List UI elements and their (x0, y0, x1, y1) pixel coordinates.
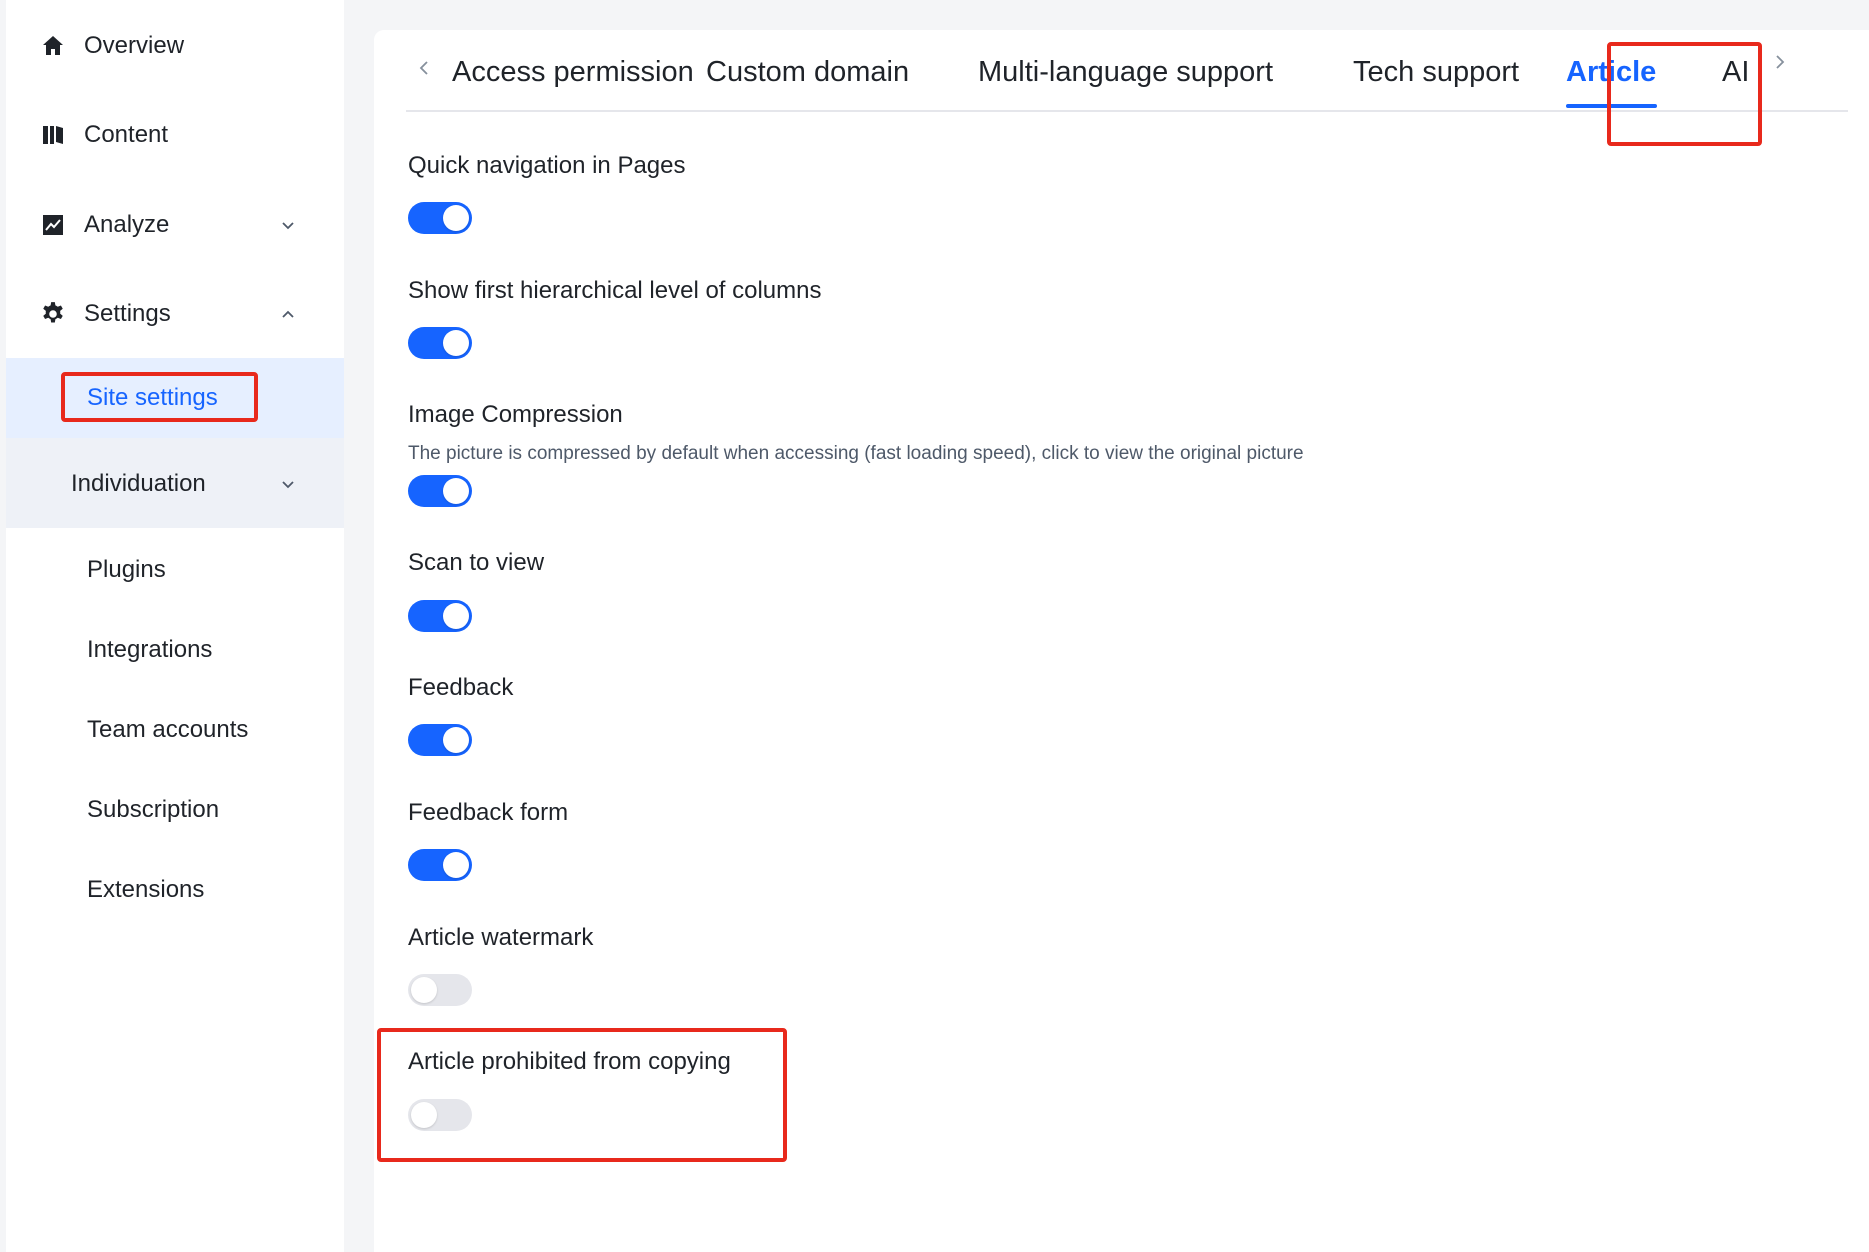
tab-multi-language-support[interactable]: Multi-language support (978, 56, 1273, 89)
sidebar-item-label: Extensions (87, 876, 205, 903)
setting-title: Article watermark (408, 924, 594, 951)
setting-title: Feedback form (408, 799, 569, 826)
sidebar: Overview Content Analyze Settings Site s… (6, 0, 344, 1252)
sidebar-item-settings[interactable]: Settings (6, 270, 344, 358)
sidebar-item-integrations[interactable]: Integrations (6, 618, 344, 682)
setting-scan-to-view: Scan to view (408, 549, 544, 577)
sidebar-item-label: Overview (84, 32, 185, 59)
setting-feedback: Feedback (408, 674, 513, 702)
setting-title: Quick navigation in Pages (408, 152, 686, 179)
active-tab-underline (1566, 104, 1657, 108)
chevron-up-icon (278, 304, 298, 324)
toggle-article-watermark[interactable] (408, 974, 472, 1006)
toggle-knob (443, 205, 469, 231)
sidebar-item-overview[interactable]: Overview (6, 2, 344, 90)
home-icon (40, 33, 66, 59)
chevron-left-icon[interactable] (416, 58, 432, 78)
sidebar-item-label: Individuation (71, 470, 206, 497)
toggle-feedback[interactable] (408, 724, 472, 756)
toggle-quick-navigation[interactable] (408, 202, 472, 234)
setting-title: Show first hierarchical level of columns (408, 277, 822, 304)
toggle-scan-to-view[interactable] (408, 600, 472, 632)
setting-title: Scan to view (408, 549, 545, 576)
sidebar-item-label: Site settings (87, 384, 218, 411)
chevron-down-icon (278, 215, 298, 235)
setting-title: Article prohibited from copying (408, 1048, 731, 1075)
toggle-knob (411, 1102, 437, 1128)
chevron-right-icon[interactable] (1772, 52, 1788, 72)
sidebar-item-analyze[interactable]: Analyze (6, 181, 344, 269)
tab-ai[interactable]: AI (1722, 56, 1749, 89)
setting-article-prohibited-copying: Article prohibited from copying (408, 1048, 731, 1076)
setting-image-compression: Image Compression The picture is compres… (408, 401, 1304, 465)
toggle-knob (411, 977, 437, 1003)
setting-first-hierarchical-level: Show first hierarchical level of columns (408, 277, 822, 305)
toggle-feedback-form[interactable] (408, 849, 472, 881)
sidebar-item-individuation[interactable]: Individuation (6, 452, 344, 516)
sidebar-item-subscription[interactable]: Subscription (6, 778, 344, 842)
setting-article-watermark: Article watermark (408, 924, 593, 952)
tab-article[interactable]: Article (1566, 56, 1656, 89)
sidebar-item-label: Subscription (87, 796, 220, 823)
tab-tech-support[interactable]: Tech support (1353, 56, 1519, 89)
sidebar-item-label: Integrations (87, 636, 213, 663)
sidebar-item-label: Content (84, 121, 169, 148)
sidebar-item-label: Settings (84, 300, 171, 327)
setting-title: Image Compression (408, 401, 623, 428)
tab-bar: Access permission Custom domain Multi-la… (406, 30, 1848, 112)
toggle-knob (443, 478, 469, 504)
sidebar-item-site-settings[interactable]: Site settings (6, 366, 344, 430)
sidebar-item-label: Team accounts (87, 716, 249, 743)
book-icon (40, 122, 66, 148)
gear-icon (40, 301, 66, 327)
chevron-down-icon (278, 474, 298, 494)
tab-access-permission[interactable]: Access permission (452, 56, 694, 89)
setting-quick-navigation: Quick navigation in Pages (408, 152, 686, 180)
tab-custom-domain[interactable]: Custom domain (706, 56, 909, 89)
sidebar-item-extensions[interactable]: Extensions (6, 858, 344, 922)
toggle-knob (443, 330, 469, 356)
sidebar-item-label: Analyze (84, 211, 170, 238)
setting-feedback-form: Feedback form (408, 799, 568, 827)
toggle-article-prohibited-copying[interactable] (408, 1099, 472, 1131)
setting-title: Feedback (408, 674, 514, 701)
setting-description: The picture is compressed by default whe… (408, 443, 1304, 464)
toggle-knob (443, 727, 469, 753)
sidebar-item-content[interactable]: Content (6, 91, 344, 179)
chart-icon (40, 212, 66, 238)
toggle-knob (443, 603, 469, 629)
main-panel: Access permission Custom domain Multi-la… (374, 30, 1869, 1252)
sidebar-item-team-accounts[interactable]: Team accounts (6, 698, 344, 762)
sidebar-item-label: Plugins (87, 556, 166, 583)
toggle-knob (443, 852, 469, 878)
toggle-first-hierarchical-level[interactable] (408, 327, 472, 359)
sidebar-item-plugins[interactable]: Plugins (6, 538, 344, 602)
toggle-image-compression[interactable] (408, 475, 472, 507)
